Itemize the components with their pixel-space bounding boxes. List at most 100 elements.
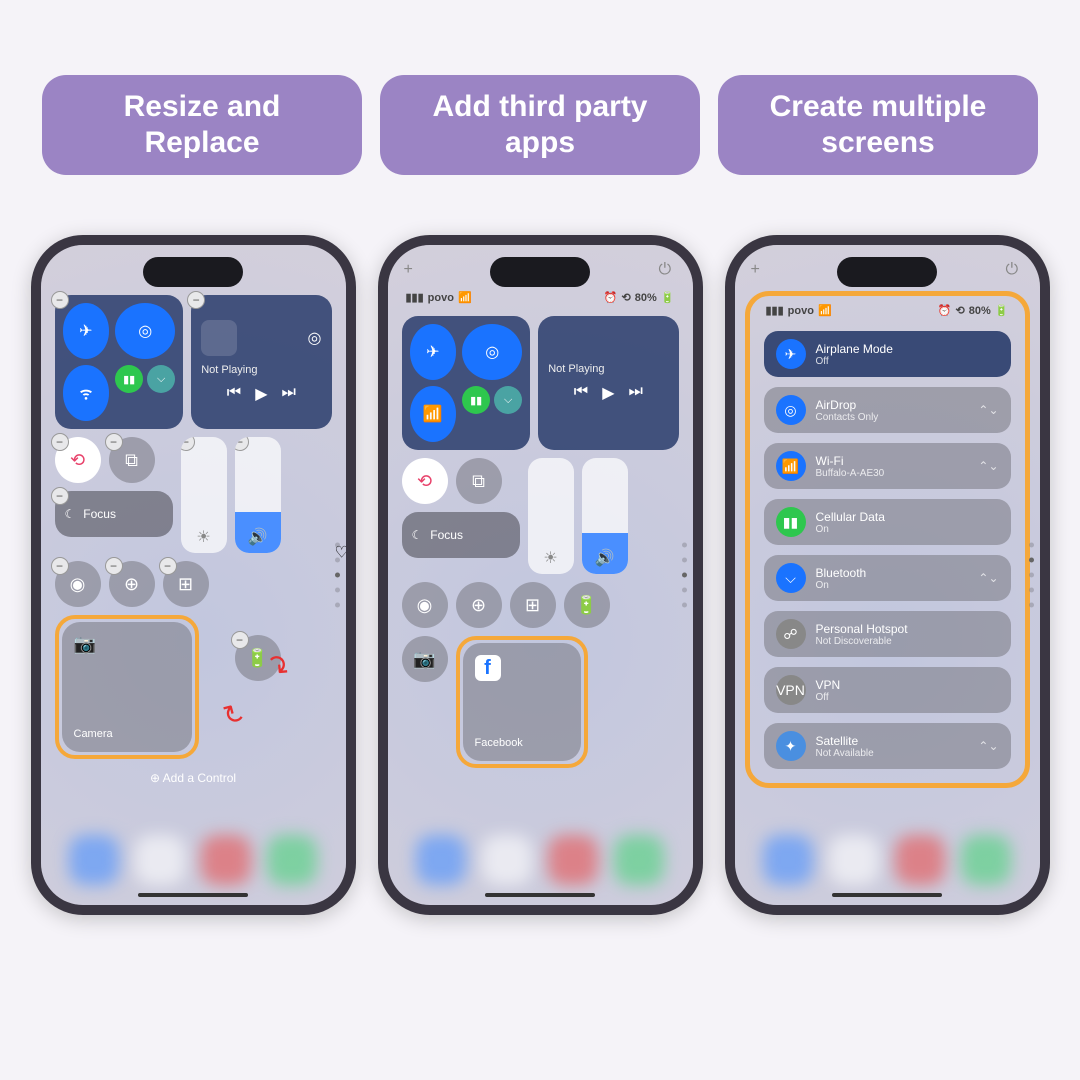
brightness-slider[interactable]: −☀ [181,437,227,553]
add-icon[interactable]: + [751,261,769,279]
calculator-button[interactable]: ⊞ [510,582,556,628]
row-sub: Not Available [816,748,969,759]
volume-icon: 🔊 [595,548,615,568]
rotation-icon: ⟲ [622,291,631,304]
list-row-cellular-data[interactable]: ▮▮ Cellular Data On [764,499,1011,545]
airdrop-icon[interactable]: ◎ [462,324,522,380]
connectivity-tile[interactable]: − ✈ ◎ ▮▮ ⌵ [55,295,184,429]
battery-icon: 🔋 [995,304,1009,317]
wifi-icon: 📶 [458,291,472,304]
phone-2: + ⏻ ▮▮▮ povo 📶 ⏰ ⟲ 80% 🔋 [378,235,703,915]
row-sub: Buffalo-A-AE30 [816,468,969,479]
bluetooth-icon[interactable]: ⌵ [147,365,175,393]
cellular-icon[interactable]: ▮▮ [115,365,143,393]
list-row-airdrop[interactable]: ◎ AirDrop Contacts Only ⌃⌄ [764,387,1011,433]
airplane-icon[interactable]: ✈ [63,303,110,359]
page-indicator [1029,543,1034,608]
home-indicator[interactable] [485,893,595,897]
add-control-button[interactable]: ⊕ Add a Control [55,771,332,785]
page-indicator [682,543,687,608]
cellular-icon[interactable]: ▮▮ [462,386,490,414]
screen-mirror-button[interactable]: −⧉ [109,437,155,483]
row-name: VPN [816,678,999,692]
next-icon[interactable]: ⏭ [629,383,643,403]
home-indicator[interactable] [138,893,248,897]
row-sub: Contacts Only [816,412,969,423]
signal-icon: ▮▮▮ [406,291,424,304]
phone-3: + ⏻ ▮▮▮ povo 📶 ⏰ ⟲ 80% 🔋 [725,235,1050,915]
power-icon[interactable]: ⏻ [1006,261,1024,279]
connectivity-tile[interactable]: ✈ ◎ 📶 ▮▮ ⌵ [402,316,531,450]
row-name: Bluetooth [816,566,969,580]
label-third-party: Add third party apps [380,75,700,175]
signal-icon: ▮▮▮ [766,304,784,317]
row-name: Satellite [816,734,969,748]
home-indicator[interactable] [832,893,942,897]
magnifier-button[interactable]: −⊕ [109,561,155,607]
bluetooth-icon[interactable]: ⌵ [494,386,522,414]
brightness-icon: ☀ [196,527,210,547]
facebook-tile[interactable]: f Facebook [463,643,581,761]
low-power-button[interactable]: 🔋 [564,582,610,628]
volume-slider[interactable]: 🔊 [582,458,628,574]
wifi-icon: 📶 [818,304,832,317]
row-name: Cellular Data [816,510,999,524]
media-tile[interactable]: − ◎ Not Playing ⏮ ▶ ⏭ [191,295,331,429]
prev-icon[interactable]: ⏮ [574,383,588,403]
screen-record-button[interactable]: −◉ [55,561,101,607]
focus-button[interactable]: − ☾ Focus [55,491,173,537]
row-name: Wi-Fi [816,454,969,468]
facebook-highlight: f Facebook [456,636,588,768]
notch [837,257,937,287]
list-row-satellite[interactable]: ✦ Satellite Not Available ⌃⌄ [764,723,1011,769]
battery-pct: 80% [969,305,991,317]
row-sub: On [816,524,999,535]
camera-tile[interactable]: − 📷 Camera [62,622,192,752]
moon-icon: ☾ [65,507,76,521]
wifi-icon[interactable]: 📶 [410,386,457,442]
facebook-icon: f [475,655,501,681]
alarm-icon: ⏰ [938,304,952,317]
volume-slider[interactable]: −🔊 [235,437,281,553]
magnifier-button[interactable]: ⊕ [456,582,502,628]
phone-1: − ✈ ◎ ▮▮ ⌵ − ◎ [31,235,356,915]
screen-record-button[interactable]: ◉ [402,582,448,628]
vpn-icon: VPN [776,675,806,705]
list-row-airplane-mode[interactable]: ✈ Airplane Mode Off [764,331,1011,377]
chevron-icon: ⌃⌄ [978,459,998,473]
list-row-wi-fi[interactable]: 📶 Wi-Fi Buffalo-A-AE30 ⌃⌄ [764,443,1011,489]
prev-icon[interactable]: ⏮ [227,384,241,404]
airdrop-icon[interactable]: ◎ [115,303,175,359]
wifi-icon[interactable] [63,365,110,421]
status-bar: ▮▮▮ povo 📶 ⏰ ⟲ 80% 🔋 [758,304,1017,325]
list-row-vpn[interactable]: VPN VPN Off [764,667,1011,713]
status-bar: ▮▮▮ povo 📶 ⏰ ⟲ 80% 🔋 [398,291,683,312]
next-icon[interactable]: ⏭ [282,384,296,404]
screen-mirror-button[interactable]: ⧉ [456,458,502,504]
rotation-lock-button[interactable]: ⟲ [402,458,448,504]
airplane-icon: ✈ [776,339,806,369]
airplane-icon[interactable]: ✈ [410,324,457,380]
chevron-icon: ⌃⌄ [978,403,998,417]
list-row-personal-hotspot[interactable]: ☍ Personal Hotspot Not Discoverable [764,611,1011,657]
brightness-slider[interactable]: ☀ [528,458,574,574]
play-icon[interactable]: ▶ [255,384,267,404]
chevron-icon: ⌃⌄ [978,571,998,585]
play-icon[interactable]: ▶ [602,383,614,403]
camera-button[interactable]: 📷 [402,636,448,682]
not-playing-label: Not Playing [201,364,321,376]
remove-icon[interactable]: − [187,291,205,309]
row-name: Airplane Mode [816,342,999,356]
focus-button[interactable]: ☾ Focus [402,512,520,558]
row-sub: On [816,580,969,591]
list-row-bluetooth[interactable]: ⌵ Bluetooth On ⌃⌄ [764,555,1011,601]
airplay-icon[interactable]: ◎ [308,328,322,348]
media-tile[interactable]: Not Playing ⏮ ▶ ⏭ [538,316,678,450]
add-icon[interactable]: + [404,261,422,279]
row-name: Personal Hotspot [816,622,999,636]
calculator-button[interactable]: −⊞ [163,561,209,607]
power-icon[interactable]: ⏻ [659,261,677,279]
remove-icon[interactable]: − [51,291,69,309]
rotation-lock-button[interactable]: −⟲ [55,437,101,483]
brightness-icon: ☀ [543,548,557,568]
